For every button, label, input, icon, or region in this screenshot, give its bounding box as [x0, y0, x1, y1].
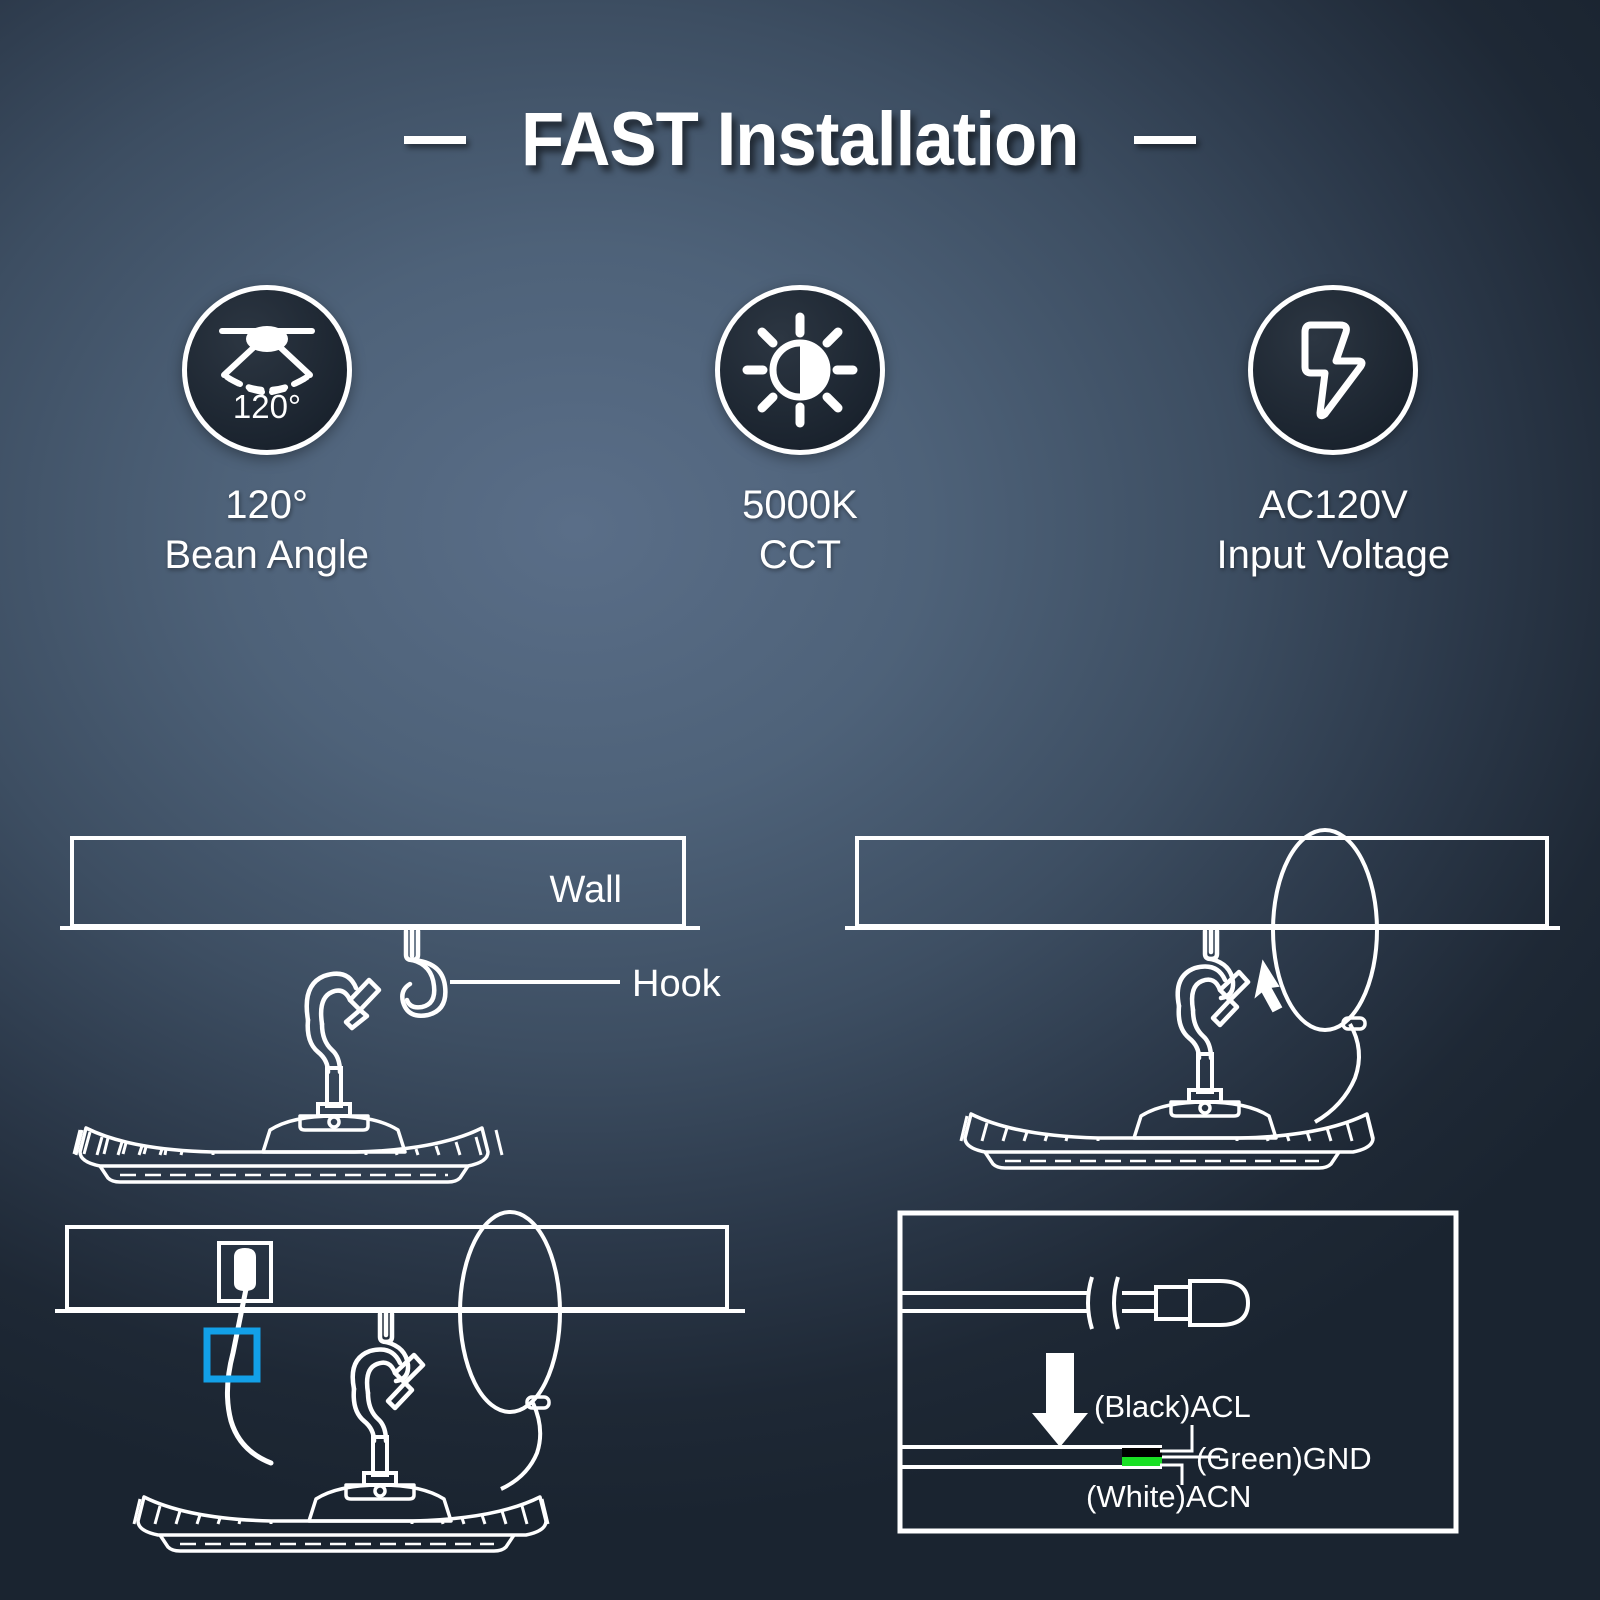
lightning-bolt-glyph	[1301, 321, 1366, 420]
feature-cct-label: CCT	[758, 532, 842, 577]
cable-break-right	[1112, 1276, 1120, 1330]
wall-label: Wall	[550, 869, 622, 911]
feature-beam-angle-labels: 120° Bean Angle	[164, 481, 369, 580]
ceiling-hook	[400, 925, 448, 1018]
cable-loop	[458, 1210, 562, 1491]
wire-segment-black	[1122, 1448, 1162, 1457]
diagram-panel-wall-hook: Wall Hook	[60, 810, 740, 1184]
light-mount-bracket	[1175, 964, 1251, 1061]
light-mount-bracket	[350, 1347, 426, 1444]
lightning-bolt-icon	[1248, 285, 1419, 455]
wire-label-white: (White)ACN	[1086, 1479, 1251, 1514]
ufo-high-bay-light	[132, 1483, 550, 1553]
wire-label-green: (Green)GND	[1196, 1441, 1372, 1476]
beam-angle-glyph: 120°	[218, 326, 315, 425]
down-arrow-icon	[1032, 1353, 1088, 1447]
feature-spec-row: 120° 120° Bean Angle 5000K CCT AC120V In…	[0, 285, 1600, 580]
infographic-page: FAST Installation 120° 120° Bean Angle 5…	[0, 0, 1600, 1600]
brightness-sun-icon	[714, 285, 885, 455]
diagram-panel-wiring: (Black)ACL (Green)GND (White)ACN	[890, 1185, 1560, 1550]
light-stem	[316, 1066, 352, 1118]
feature-input-voltage-value: AC120V	[1258, 483, 1408, 527]
title-dash-left	[404, 135, 467, 144]
feature-cct-labels: 5000K CCT	[742, 481, 858, 580]
wall-rectangle	[65, 1225, 729, 1311]
title-dash-right	[1133, 135, 1196, 144]
plug-head-icon	[234, 1248, 256, 1291]
feature-beam-angle-label: Bean Angle	[164, 532, 369, 577]
plug-cable	[900, 1276, 1251, 1330]
page-title-row: FAST Installation	[0, 96, 1600, 183]
hook-label: Hook	[632, 963, 722, 1005]
beam-angle-icon: 120°	[181, 285, 352, 455]
light-stem	[362, 1435, 398, 1487]
feature-cct-value: 5000K	[742, 483, 858, 527]
feature-beam-angle: 120° 120° Bean Angle	[47, 285, 487, 580]
page-title: FAST Installation	[521, 97, 1079, 182]
feature-input-voltage-labels: AC120V Input Voltage	[1217, 481, 1451, 580]
plug-body	[1188, 1279, 1251, 1327]
feature-cct: 5000K CCT	[580, 285, 1020, 580]
diagram-panel-hang-light	[845, 810, 1560, 1170]
ufo-high-bay-light	[959, 1100, 1375, 1170]
beam-angle-icon-value: 120°	[233, 388, 301, 425]
cable-break-left	[1086, 1276, 1094, 1330]
feature-beam-angle-value: 120°	[225, 483, 309, 527]
light-mount-bracket	[304, 971, 382, 1075]
feature-input-voltage: AC120V Input Voltage	[1113, 285, 1553, 580]
ufo-high-bay-light	[72, 1114, 504, 1184]
brightness-sun-glyph	[742, 312, 858, 428]
diagram-panel-plug-in	[55, 1185, 745, 1553]
wire-segment-green	[1122, 1457, 1162, 1466]
light-stem	[1187, 1052, 1223, 1104]
cable-loop	[1271, 828, 1379, 1124]
feature-input-voltage-label: Input Voltage	[1216, 532, 1451, 577]
wire-label-black: (Black)ACL	[1094, 1389, 1251, 1424]
wall-rectangle	[855, 836, 1549, 928]
